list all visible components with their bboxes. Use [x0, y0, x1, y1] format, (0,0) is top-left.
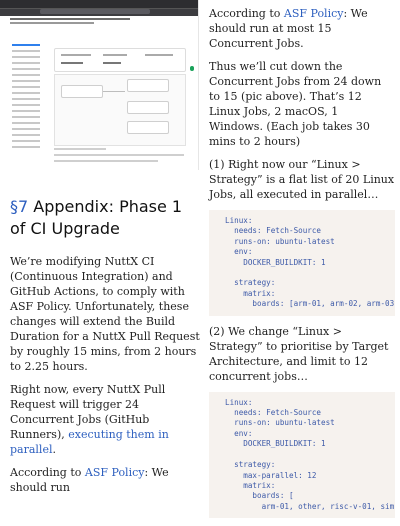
- code-block-current-strategy: Linux: needs: Fetch-Source runs-on: ubun…: [209, 210, 395, 316]
- jobs-sidebar: [8, 44, 44, 152]
- run-summary-box: [54, 48, 186, 72]
- browser-url-bar: [40, 9, 150, 14]
- paragraph: According to ASF Policy: We should run a…: [209, 7, 368, 50]
- right-article-column: According to ASF Policy: We should run a…: [209, 6, 395, 526]
- paragraph: (1) Right now our “Linux > Strategy” is …: [209, 158, 395, 201]
- paragraph: (2) We change “Linux > Strategy” to prio…: [209, 324, 389, 383]
- github-actions-screenshot: [0, 0, 199, 170]
- workflow-header: [10, 18, 130, 28]
- scroll-indicator: [190, 66, 194, 71]
- job-node: [127, 79, 169, 92]
- job-node: [127, 101, 169, 114]
- asf-policy-link[interactable]: ASF Policy: [85, 466, 145, 479]
- paragraph: We’re modifying NuttX CI (Continuous Int…: [10, 255, 200, 373]
- section-heading: §7 Appendix: Phase 1 of CI Upgrade: [10, 197, 183, 238]
- annotations-panel: [54, 148, 184, 166]
- left-article-column: §7 Appendix: Phase 1 of CI Upgrade We’re…: [10, 196, 200, 503]
- job-node: [61, 85, 103, 98]
- asf-policy-link[interactable]: ASF Policy: [284, 7, 344, 20]
- paragraph: Thus we’ll cut down the Concurrent Jobs …: [209, 60, 382, 148]
- paragraph: Right now, every NuttX Pull Request will…: [10, 383, 169, 456]
- section-anchor-link[interactable]: §7: [10, 197, 28, 216]
- paragraph: According to ASF Policy: We should run: [10, 466, 169, 494]
- job-node: [127, 121, 169, 134]
- browser-titlebar: [0, 0, 198, 8]
- code-block-new-strategy: Linux: needs: Fetch-Source runs-on: ubun…: [209, 391, 395, 519]
- workflow-graph: [54, 74, 186, 146]
